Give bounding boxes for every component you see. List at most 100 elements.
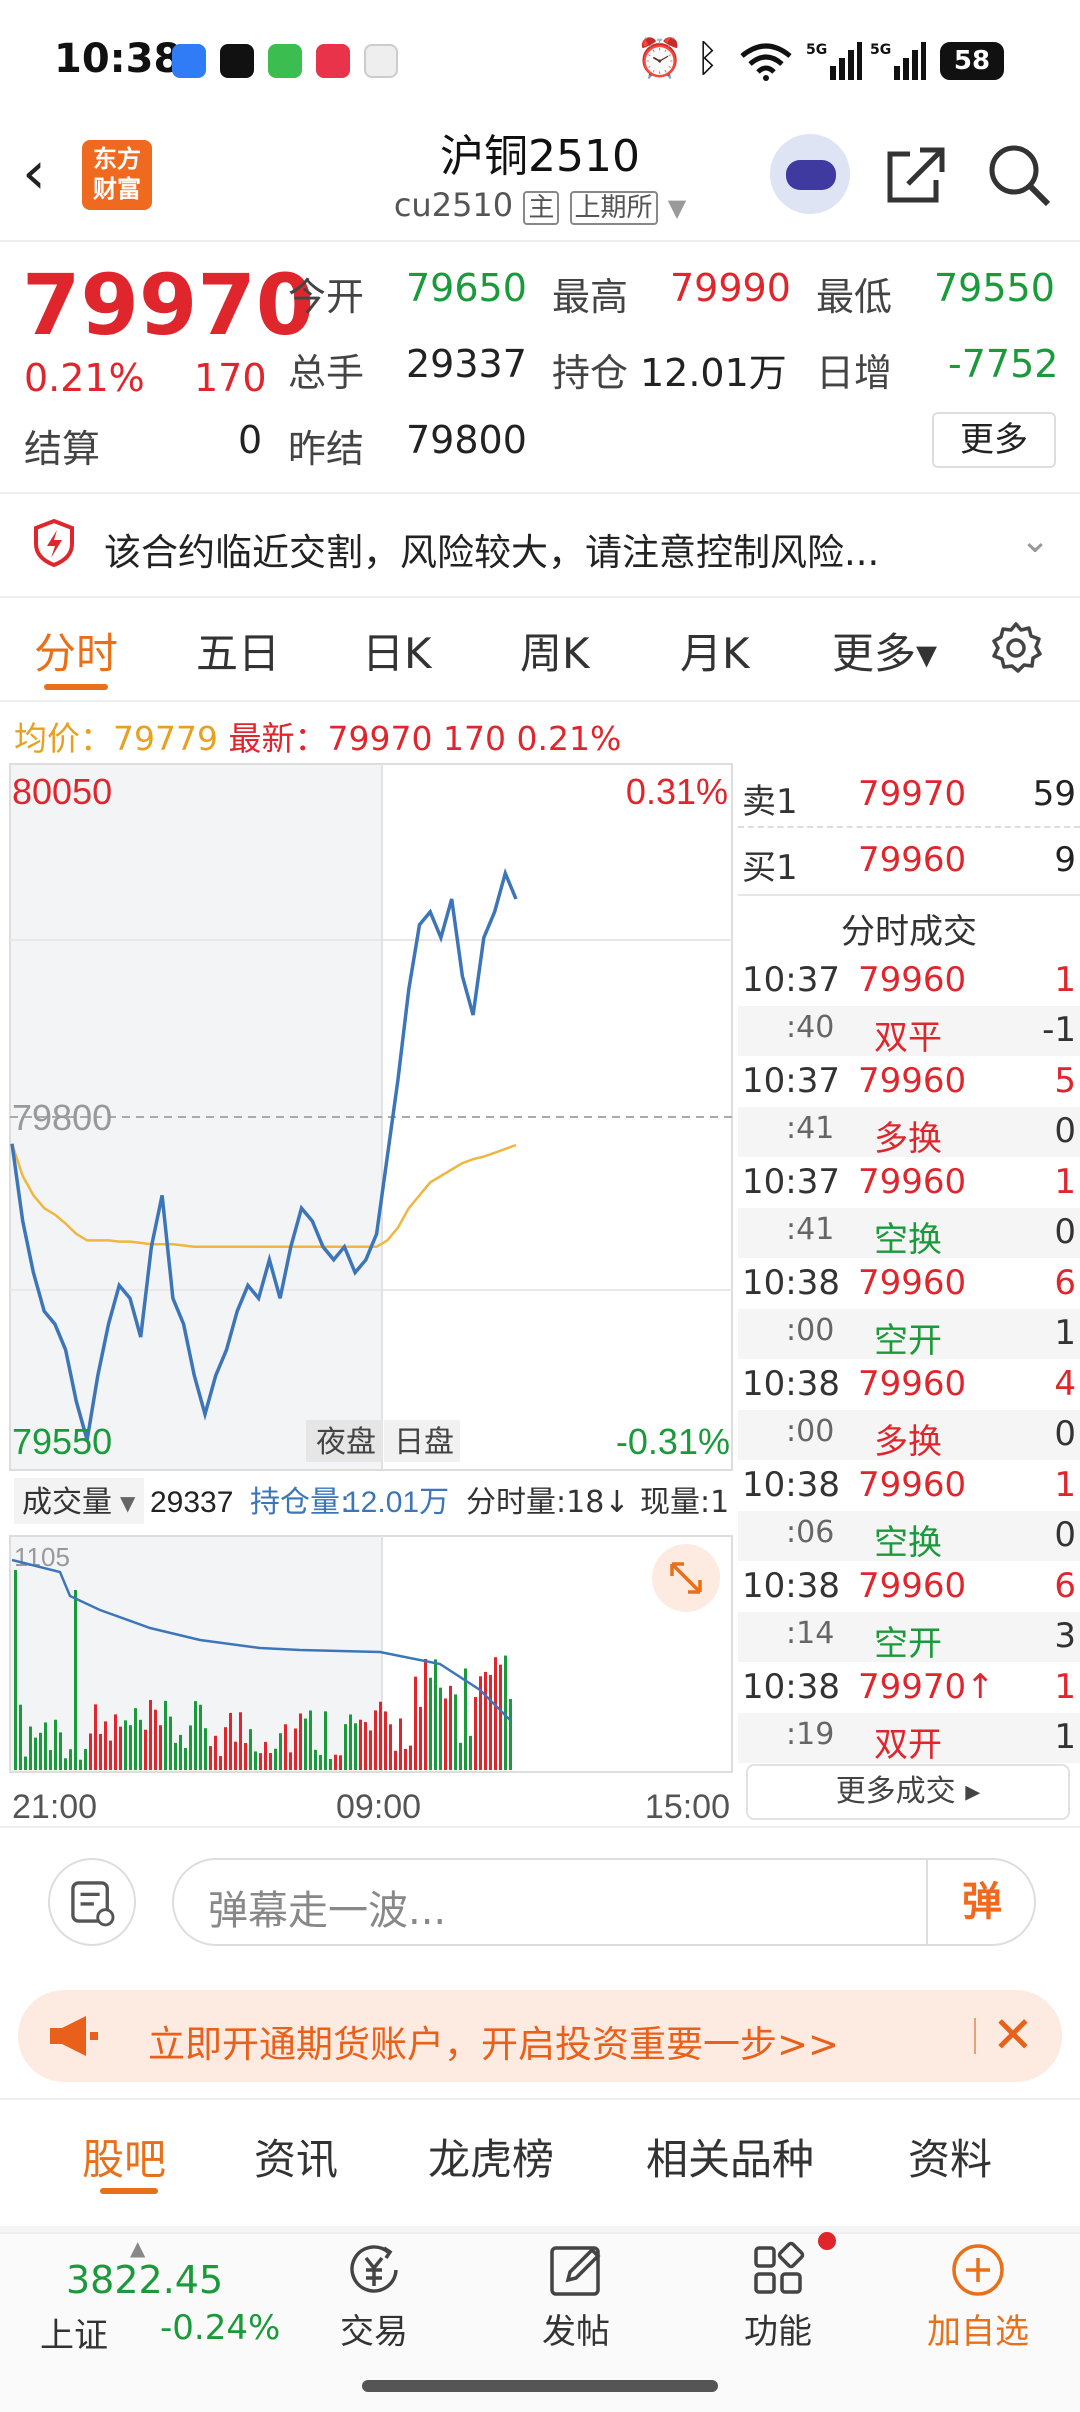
daily-increase-label: 日增 (816, 351, 893, 395)
tab-profile[interactable]: 资料 (908, 2126, 992, 2187)
trade-price: 79960 (858, 960, 967, 1000)
trade-type: 双平 (874, 1018, 942, 1058)
oi-indicator-label: 持仓量: (250, 1485, 350, 1520)
tab-daily-k[interactable]: 日K (362, 620, 432, 681)
ai-assistant-face (786, 160, 836, 190)
volume-bar (474, 1697, 477, 1770)
volume-bar (414, 1676, 417, 1770)
last-price: 79970 (22, 256, 315, 354)
index-name[interactable]: 上证 (40, 2308, 108, 2357)
app-notification-icon (220, 44, 254, 78)
danmaku-settings-icon[interactable] (48, 1858, 136, 1946)
volume-bar (69, 1749, 72, 1770)
volume-bar (374, 1710, 377, 1770)
trade-time: 10:38 (742, 1667, 840, 1707)
ask-price: 79970 (858, 774, 967, 814)
trade-time: 10:38 (742, 1364, 840, 1404)
tab-more[interactable]: 更多▾ (832, 620, 937, 681)
ask-qty: 59 (1032, 774, 1076, 814)
volume-bar (139, 1719, 142, 1770)
trade-button[interactable]: 交易 (314, 2240, 434, 2353)
trade-row: 10:38 79960 6 (738, 1259, 1080, 1309)
volume-bar (349, 1714, 352, 1770)
trade-detail-row: :00 多换 0 (738, 1410, 1080, 1462)
trade-row: 10:38 79970↑ 1 (738, 1663, 1080, 1713)
functions-button[interactable]: 功能 (718, 2240, 838, 2353)
trade-oi-change: 0 (1054, 1212, 1076, 1252)
trade-label: 交易 (340, 2312, 408, 2352)
tab-five-day[interactable]: 五日 (196, 620, 280, 681)
trade-oi-change: 0 (1054, 1111, 1076, 1151)
tab-forum[interactable]: 股吧 (82, 2126, 166, 2187)
alarm-icon: ⏰ (636, 36, 684, 80)
trade-qty: 1 (1054, 960, 1076, 1000)
grid-icon (754, 2241, 805, 2294)
latest-label: 最新： (228, 719, 328, 758)
tab-related[interactable]: 相关品种 (646, 2126, 814, 2187)
ask-row[interactable]: 卖1 79970 59 (738, 770, 1080, 822)
volume-bar (79, 1759, 82, 1770)
divider (738, 826, 1080, 828)
divider (0, 2098, 1080, 2100)
trade-seconds: :41 (786, 1212, 835, 1247)
risk-notice[interactable]: 该合约临近交割，风险较大，请注意控制风险... (104, 522, 879, 576)
close-icon[interactable]: ✕ (992, 2006, 1034, 2064)
trade-qty: 1 (1054, 1667, 1076, 1707)
y-min-label: 79550 (12, 1421, 112, 1462)
promo-text[interactable]: 立即开通期货账户，开启投资重要一步>> (148, 2014, 839, 2068)
volume-bar (459, 1742, 462, 1770)
volume-bar (194, 1701, 197, 1770)
share-icon[interactable] (880, 140, 950, 210)
x-tick-label: 09:00 (336, 1788, 421, 1826)
post-button[interactable]: 发帖 (516, 2240, 636, 2353)
volume-bar (394, 1750, 397, 1770)
trade-time: 10:38 (742, 1465, 840, 1505)
tab-dragon-tiger[interactable]: 龙虎榜 (428, 2126, 554, 2187)
volume-bar (89, 1733, 92, 1770)
index-value[interactable]: 3822.45 (66, 2258, 223, 2302)
trade-seconds: :00 (786, 1313, 835, 1348)
trade-time: 10:37 (742, 1162, 840, 1202)
chevron-up-icon[interactable]: ▲ (130, 2236, 145, 2260)
trade-oi-change: 1 (1054, 1313, 1076, 1353)
add-watchlist-button[interactable]: 加自选 (918, 2240, 1038, 2353)
pct-min-label: -0.31% (616, 1421, 730, 1462)
add-watchlist-label: 加自选 (927, 2312, 1029, 2352)
trade-oi-change: 0 (1054, 1515, 1076, 1555)
tab-news[interactable]: 资讯 (254, 2126, 338, 2187)
trade-detail-row: :19 双开 1 (738, 1713, 1080, 1765)
trade-row: 10:38 79960 1 (738, 1461, 1080, 1511)
volume-bar (189, 1725, 192, 1770)
tab-monthly-k[interactable]: 月K (680, 620, 750, 681)
danmaku-send-button[interactable]: 弹 (926, 1858, 1036, 1946)
volume-bar (424, 1658, 427, 1770)
volume-bar (64, 1758, 67, 1770)
volume-bar (174, 1742, 177, 1770)
open-interest-label: 持仓 (552, 351, 629, 395)
trade-time: 10:38 (742, 1263, 840, 1303)
volume-bar (199, 1704, 202, 1770)
chevron-down-icon[interactable]: ⌄ (1020, 520, 1050, 561)
gear-icon[interactable] (988, 620, 1044, 676)
volume-bar (359, 1719, 362, 1770)
megaphone-icon (50, 2016, 98, 2056)
trade-price: 79970↑ (858, 1667, 995, 1707)
volume-bar (24, 1756, 27, 1770)
wifi-icon (740, 43, 792, 81)
more-trades-button[interactable]: 更多成交 ▸ (746, 1764, 1070, 1820)
tab-intraday[interactable]: 分时 (34, 620, 118, 681)
bid-row[interactable]: 买1 79960 9 (738, 836, 1080, 888)
search-icon[interactable] (984, 140, 1054, 210)
tab-weekly-k[interactable]: 周K (520, 620, 590, 681)
home-indicator[interactable] (362, 2380, 718, 2392)
intraday-chart[interactable]: 80050 79800 79550 0.31% -0.31% 夜盘 日盘 成交量… (0, 760, 736, 1830)
volume-bar (389, 1724, 392, 1770)
trade-row: 10:37 79960 5 (738, 1057, 1080, 1107)
volume-bar (499, 1664, 502, 1770)
trade-oi-change: 0 (1054, 1414, 1076, 1454)
more-quote-button[interactable]: 更多 (932, 412, 1056, 468)
index-percent[interactable]: -0.24% (160, 2308, 280, 2348)
volume-bar (104, 1721, 107, 1770)
volume-bar (309, 1710, 312, 1770)
trade-seconds: :19 (786, 1717, 835, 1752)
